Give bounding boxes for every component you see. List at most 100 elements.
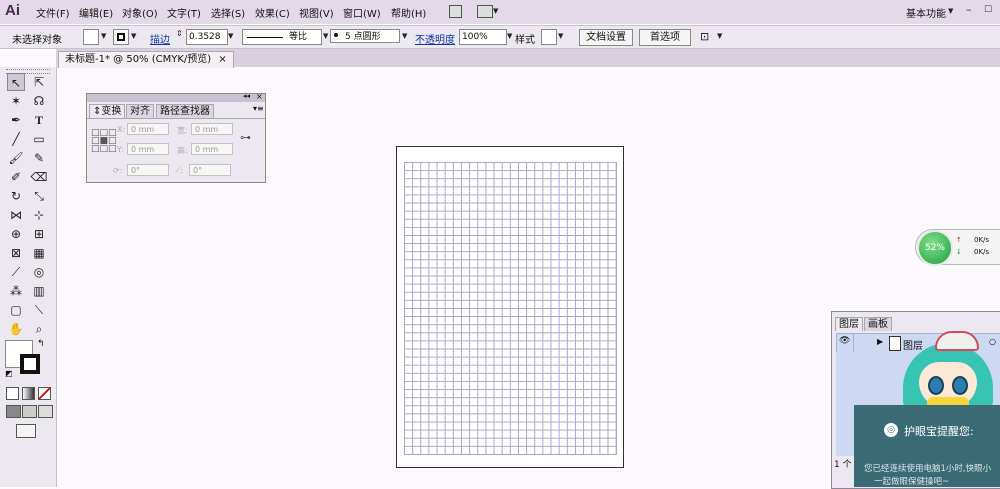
opacity-dropdown-icon[interactable]: ▼ [507,32,512,40]
arrange-icon[interactable]: ⊡ [700,30,709,43]
mesh-tool-icon[interactable]: ⊠ [7,244,25,262]
document-setup-button[interactable]: 文档设置 [579,29,633,46]
stroke-weight-input[interactable]: 0.3528 [186,29,228,45]
paintbrush-tool-icon[interactable]: 🖌 [7,149,25,167]
type-tool-icon[interactable]: T [30,111,48,129]
preferences-button[interactable]: 首选项 [639,29,691,46]
blend-tool-icon[interactable]: ◎ [30,263,48,281]
zoom-tool-icon[interactable]: ⌕ [30,320,48,338]
stroke-label[interactable]: 描边 [150,31,170,46]
brush-dropdown-icon[interactable]: ▼ [402,32,407,40]
menu-view[interactable]: 视图(V) [299,5,334,20]
eyedropper-tool-icon[interactable]: ⟋ [7,263,25,281]
draw-normal-icon[interactable] [6,405,21,418]
menu-help[interactable]: 帮助(H) [391,5,426,20]
fill-swatch[interactable] [83,29,99,45]
workspace-switcher[interactable]: 基本功能 [906,5,946,20]
hand-tool-icon[interactable]: ✋ [7,320,25,338]
width-input[interactable]: 0 mm [191,123,233,135]
link-proportions-icon[interactable]: ⊶ [240,131,251,144]
free-transform-tool-icon[interactable]: ⊹ [30,206,48,224]
graphic-style-swatch[interactable] [541,29,557,45]
expand-triangle-icon[interactable]: ▶ [877,337,883,346]
pencil-tool-icon[interactable]: ✎ [30,149,48,167]
maximize-icon[interactable]: ☐ [984,5,992,15]
layer-name[interactable]: 图层 [903,337,923,352]
tab-transform[interactable]: ⇕变换 [89,104,126,118]
shape-builder-tool-icon[interactable]: ⊕ [7,225,25,243]
menu-file[interactable]: 文件(F) [36,5,70,20]
magic-wand-tool-icon[interactable]: ✶ [7,92,25,110]
pen-tool-icon[interactable]: ✒ [7,111,25,129]
panel-header[interactable] [87,94,265,102]
arrange-options-dropdown-icon[interactable]: ▼ [717,32,722,40]
scale-tool-icon[interactable]: ⤡ [30,187,48,205]
menu-edit[interactable]: 编辑(E) [79,5,113,20]
stroke-weight-dropdown-icon[interactable]: ▼ [228,32,233,40]
workspace-dropdown-icon[interactable]: ▼ [948,7,953,15]
rotate-input[interactable]: 0° [127,164,169,176]
height-input[interactable]: 0 mm [191,143,233,155]
close-icon[interactable]: × [218,54,226,65]
arrange-documents-icon[interactable] [477,5,493,18]
brush-definition[interactable]: 5 点圆形 [330,29,400,43]
artboard-tool-icon[interactable]: ▢ [7,301,25,319]
minimize-icon[interactable]: – [966,3,972,16]
lasso-tool-icon[interactable]: ☊ [30,92,48,110]
stroke-stepper-icon[interactable]: ⇕ [176,29,183,38]
shear-input[interactable]: 0° [189,164,231,176]
eye-care-reminder[interactable]: ◎ 护眼宝提醒您: 您已经连续使用电脑1小时,快眼小 一起做眼保健操吧~ [854,405,1000,487]
gradient-mode-icon[interactable] [22,387,35,400]
selection-tool-icon[interactable]: ↖ [7,73,25,91]
slice-tool-icon[interactable]: ⟍ [30,301,48,319]
blob-brush-tool-icon[interactable]: ✐ [7,168,25,186]
rectangle-tool-icon[interactable]: ▭ [30,130,48,148]
style-dropdown-icon[interactable]: ▼ [558,32,563,40]
reference-point-icon[interactable]: □□□ □■□ □□□ [91,129,117,154]
swap-colors-icon[interactable]: ↰ [37,339,45,349]
document-tab[interactable]: 未标题-1* @ 50% (CMYK/预览) × [58,51,234,68]
menu-effect[interactable]: 效果(C) [255,5,290,20]
close-icon[interactable]: × [256,92,263,101]
profile-dropdown-icon[interactable]: ▼ [323,32,328,40]
eraser-tool-icon[interactable]: ⌫ [30,168,48,186]
bridge-icon[interactable] [449,5,462,18]
opacity-label[interactable]: 不透明度 [415,31,455,46]
fill-dropdown-icon[interactable]: ▼ [101,32,106,40]
opacity-input[interactable]: 100% [459,29,507,45]
menu-select[interactable]: 选择(S) [211,5,245,20]
color-mode-icon[interactable] [6,387,19,400]
panel-menu-icon[interactable]: ▾≡ [253,104,264,113]
width-tool-icon[interactable]: ⋈ [7,206,25,224]
collapse-icon[interactable]: ◂◂ [243,92,250,100]
stroke-dropdown-icon[interactable]: ▼ [131,32,136,40]
variable-width-profile[interactable]: 等比 [242,29,322,45]
tab-artboards[interactable]: 画板 [864,317,892,331]
tab-layers[interactable]: 图层 [835,317,863,331]
menu-window[interactable]: 窗口(W) [343,5,381,20]
draw-inside-icon[interactable] [38,405,53,418]
default-colors-icon[interactable]: ◩ [5,369,13,378]
gradient-tool-icon[interactable]: ▦ [30,244,48,262]
menu-type[interactable]: 文字(T) [167,5,201,20]
target-icon[interactable]: ○ [989,337,996,346]
x-input[interactable]: 0 mm [127,123,169,135]
tab-pathfinder[interactable]: 路径查找器 [156,104,214,118]
tab-align[interactable]: 对齐 [126,104,154,118]
column-graph-tool-icon[interactable]: ▥ [30,282,48,300]
stroke-swatch[interactable] [113,29,129,45]
y-input[interactable]: 0 mm [127,143,169,155]
memory-usage-ball[interactable]: 52% [917,230,953,266]
rotate-tool-icon[interactable]: ↻ [7,187,25,205]
symbol-sprayer-tool-icon[interactable]: ⁂ [7,282,25,300]
none-mode-icon[interactable] [38,387,51,400]
screen-mode-icon[interactable] [16,424,36,438]
menu-object[interactable]: 对象(O) [122,5,158,20]
line-tool-icon[interactable]: ╱ [7,130,25,148]
perspective-grid-tool-icon[interactable]: ⊞ [30,225,48,243]
visibility-eye-icon[interactable]: 👁 [839,336,850,346]
direct-selection-tool-icon[interactable]: ⇱ [30,73,48,91]
draw-behind-icon[interactable] [22,405,37,418]
arrange-dropdown-icon[interactable]: ▼ [493,7,498,15]
stroke-color-swatch[interactable] [20,354,40,374]
